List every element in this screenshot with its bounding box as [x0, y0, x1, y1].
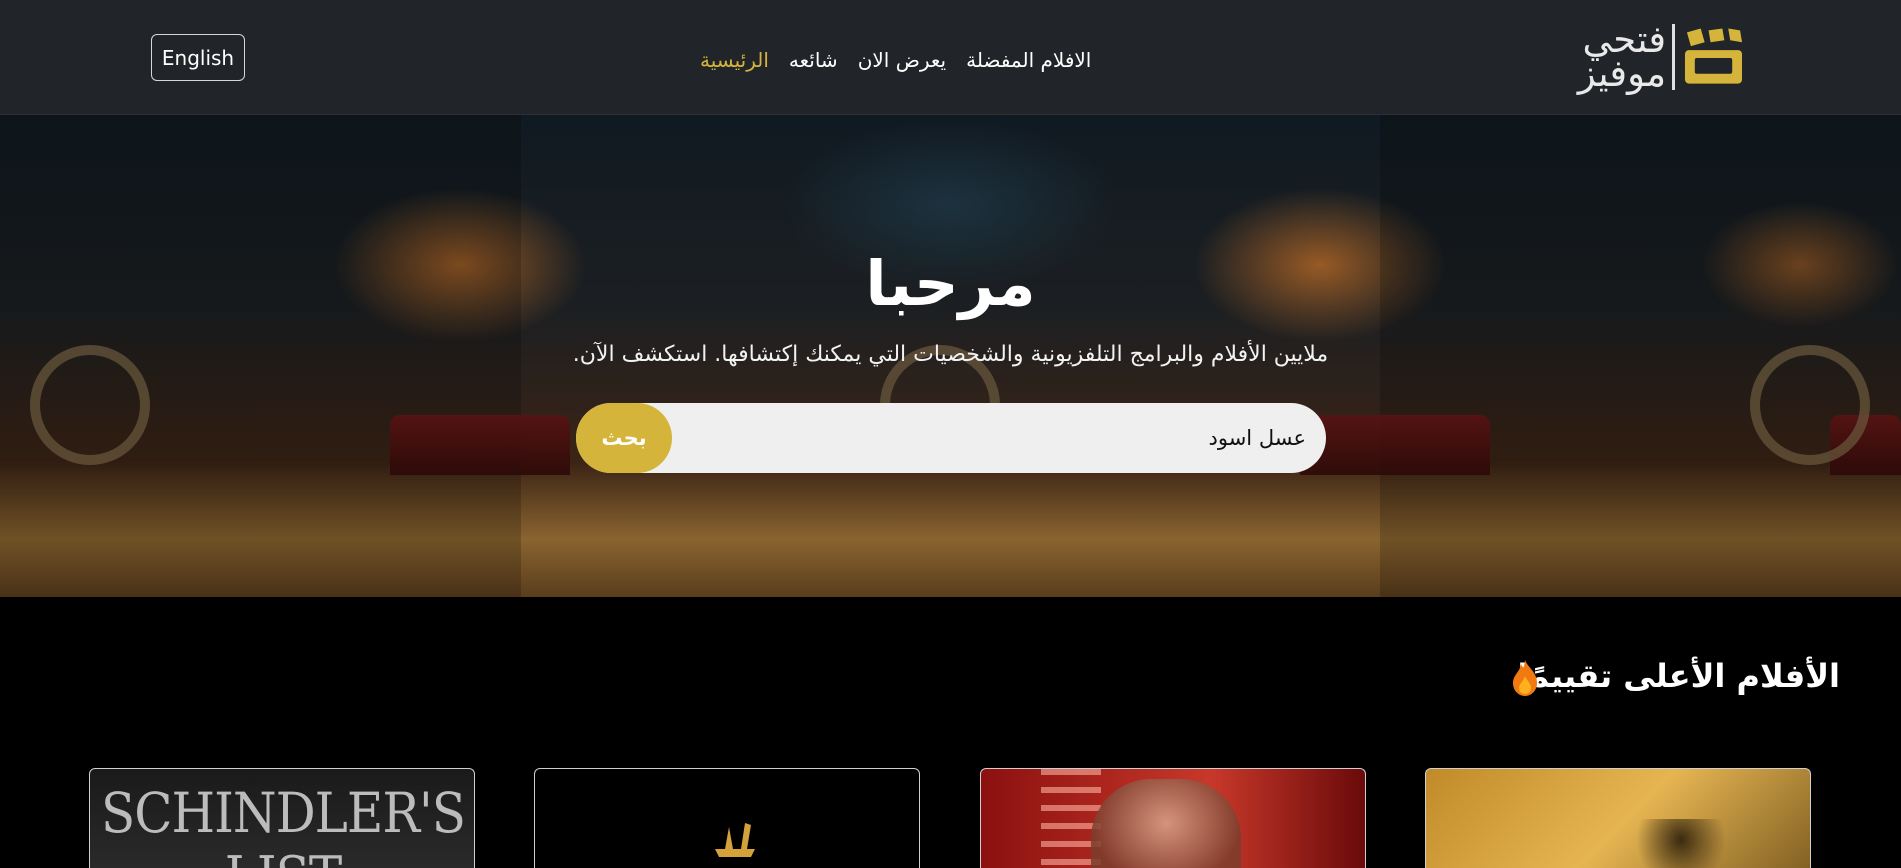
- nav-now-playing-link[interactable]: يعرض الان: [858, 48, 946, 72]
- fire-icon: [1513, 660, 1537, 696]
- brand-name: فتحي موفيز: [1577, 18, 1667, 95]
- nav-favorites-link[interactable]: الافلام المفضلة: [966, 48, 1091, 72]
- main-nav: الرئيسية شائعه يعرض الان الافلام المفضلة: [700, 44, 1091, 76]
- movie-card[interactable]: SCHINDLER'S LIST: [89, 768, 475, 868]
- hero-seats-decor: [1300, 415, 1490, 475]
- search-button[interactable]: بحث: [576, 403, 672, 473]
- movie-card[interactable]: [534, 768, 920, 868]
- nav-popular-link[interactable]: شائعه: [789, 48, 838, 72]
- movie-poster-logo: [715, 823, 755, 857]
- search-input[interactable]: [686, 403, 1306, 473]
- hero-seats-decor: [390, 415, 570, 475]
- movie-card[interactable]: [1425, 768, 1811, 868]
- hero-title: مرحبا: [865, 247, 1036, 320]
- brand-logo[interactable]: فتحي موفيز: [1548, 18, 1744, 95]
- movie-poster-title: SCHINDLER'S LIST: [100, 781, 466, 868]
- clapperboard-icon: [1684, 28, 1743, 84]
- movie-poster-figure: [1636, 819, 1726, 868]
- movie-card[interactable]: [980, 768, 1366, 868]
- brand-divider: [1672, 24, 1675, 90]
- language-toggle-button[interactable]: English: [151, 34, 245, 81]
- hero-banner: مرحبا ملايين الأفلام والبرامج التلفزيوني…: [0, 115, 1901, 597]
- search-bar: بحث: [576, 403, 1326, 473]
- nav-home-link[interactable]: الرئيسية: [700, 48, 769, 72]
- section-title: الأفلام الأعلى تقييمًا: [1517, 657, 1840, 695]
- movie-poster-face: [1091, 779, 1241, 868]
- navbar: English الرئيسية شائعه يعرض الان الافلام…: [0, 0, 1901, 115]
- hero-subtitle: ملايين الأفلام والبرامج التلفزيونية والش…: [572, 342, 1329, 367]
